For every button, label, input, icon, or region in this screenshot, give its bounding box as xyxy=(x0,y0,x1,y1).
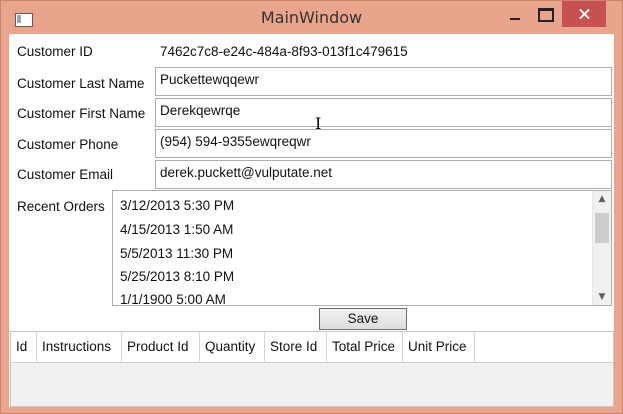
maximize-button[interactable] xyxy=(529,1,561,27)
minimize-button[interactable] xyxy=(499,1,531,27)
close-button[interactable] xyxy=(562,1,606,27)
last-name-field[interactable]: Puckettewqqewr xyxy=(155,67,612,96)
email-label: Customer Email xyxy=(17,167,114,182)
customer-id-value: 7462c7c8-e24c-484a-8f93-013f1c479615 xyxy=(160,44,408,59)
customer-id-label: Customer ID xyxy=(17,44,93,59)
orders-data-grid[interactable]: Id Instructions Product Id Quantity Stor… xyxy=(10,331,614,407)
column-header-store-id[interactable]: Store Id xyxy=(265,332,327,362)
scroll-up-icon[interactable]: ▲ xyxy=(593,191,611,207)
scroll-down-icon[interactable]: ▼ xyxy=(593,289,611,305)
save-button[interactable]: Save xyxy=(319,308,407,330)
phone-field[interactable]: (954) 594-9355ewqreqwr xyxy=(155,129,612,158)
list-item[interactable]: 4/15/2013 1:50 AM xyxy=(120,222,233,237)
title-bar[interactable]: MainWindow xyxy=(1,1,622,34)
main-window: MainWindow Customer ID 7462c7c8-e24c-484… xyxy=(0,0,623,414)
first-name-field[interactable]: Derekqewrqe xyxy=(155,98,612,127)
list-item[interactable]: 1/1/1900 5:00 AM xyxy=(120,292,226,305)
column-header-quantity[interactable]: Quantity xyxy=(200,332,265,362)
phone-label: Customer Phone xyxy=(17,137,119,152)
list-item[interactable]: 5/25/2013 8:10 PM xyxy=(120,269,234,284)
column-header-product-id[interactable]: Product Id xyxy=(122,332,200,362)
column-header-instructions[interactable]: Instructions xyxy=(37,332,122,362)
last-name-label: Customer Last Name xyxy=(17,76,145,91)
email-field[interactable]: derek.puckett@vulputate.net xyxy=(155,160,612,189)
list-item[interactable]: 3/12/2013 5:30 PM xyxy=(120,198,234,213)
list-item[interactable]: 5/5/2013 11:30 PM xyxy=(120,246,233,261)
grid-header: Id Instructions Product Id Quantity Stor… xyxy=(11,332,613,363)
recent-orders-label: Recent Orders xyxy=(17,199,105,214)
recent-orders-list[interactable]: 3/12/2013 5:30 PM 4/15/2013 1:50 AM 5/5/… xyxy=(112,190,612,306)
column-header-total-price[interactable]: Total Price xyxy=(327,332,403,362)
scrollbar-thumb[interactable] xyxy=(595,213,609,243)
text-cursor-icon: I xyxy=(315,114,322,133)
first-name-label: Customer First Name xyxy=(17,106,146,121)
column-header-unit-price[interactable]: Unit Price xyxy=(403,332,475,362)
window-content: Customer ID 7462c7c8-e24c-484a-8f93-013f… xyxy=(9,34,614,407)
column-header-id[interactable]: Id xyxy=(11,332,37,362)
vertical-scrollbar[interactable]: ▲ ▼ xyxy=(592,191,611,305)
